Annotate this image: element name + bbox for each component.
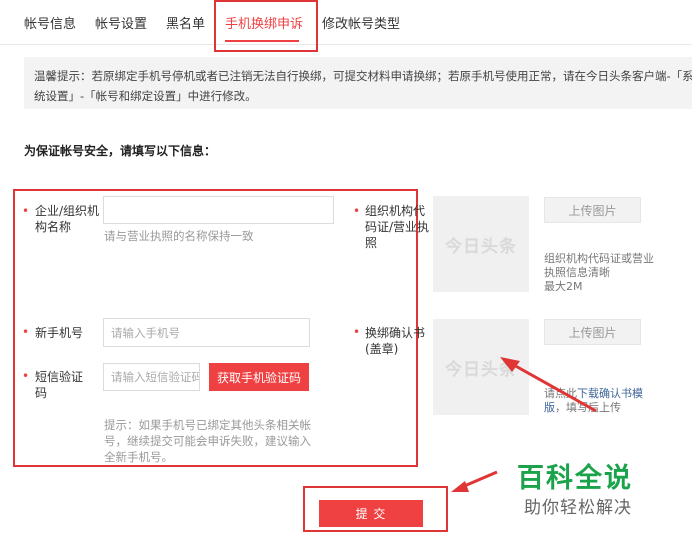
org-name-label-line-2: 构名称	[35, 220, 72, 234]
org-cert-hint: 组织机构代码证或营业 执照信息清晰 最大2M	[544, 252, 654, 294]
confirm-letter-hint: 请点此下载确认书模 版，填写后上传	[544, 387, 643, 415]
notice-banner: 温馨提示：若原绑定手机号停机或者已注销无法自行换绑，可提交材料申请换绑；若原手机…	[24, 57, 692, 109]
watermark-title: 百科全说	[517, 463, 633, 494]
org-cert-hint-line-1: 组织机构代码证或营业	[544, 252, 654, 265]
tab-account-info[interactable]: 帐号信息	[24, 13, 76, 32]
sms-code-label: 短信验证 码	[35, 369, 83, 401]
confirm-letter-image-placeholder[interactable]: 今日头条	[433, 319, 529, 415]
confirm-letter-label-line-2: (盖章)	[365, 342, 399, 356]
required-mark: •	[22, 369, 30, 383]
notice-line-1: 温馨提示：若原绑定手机号停机或者已注销无法自行换绑，可提交材料申请换绑；若原手机…	[34, 69, 692, 83]
phone-tip: 提示：如果手机号已绑定其他头条相关帐 号，继续提交可能会申诉失败，建议输入 全新…	[104, 417, 311, 465]
required-mark: •	[353, 325, 361, 339]
tab-blacklist[interactable]: 黑名单	[166, 13, 205, 32]
confirm-letter-label-line-1: 换绑确认书	[365, 326, 426, 340]
download-template-link[interactable]: 下载确认书模	[577, 387, 643, 400]
org-name-input[interactable]	[103, 196, 334, 224]
org-cert-label-line-2: 码证/营业执	[365, 220, 430, 234]
confirm-letter-hint-rest: ，填写后上传	[555, 401, 621, 414]
org-cert-label-line-3: 照	[365, 236, 378, 250]
tab-change-account-type[interactable]: 修改帐号类型	[322, 13, 400, 32]
required-mark: •	[22, 325, 30, 339]
org-cert-hint-line-2: 执照信息清晰	[544, 266, 610, 279]
toutiao-logo: 今日头条	[445, 236, 517, 257]
tab-bar: 帐号信息 帐号设置 黑名单 手机换绑申诉 修改帐号类型	[0, 0, 692, 45]
tab-account-settings[interactable]: 帐号设置	[95, 13, 147, 32]
watermark-subtitle: 助你轻松解决	[524, 498, 632, 518]
download-template-link-cont[interactable]: 版	[544, 401, 555, 414]
sms-code-label-line-1: 短信验证	[35, 370, 84, 384]
get-sms-code-button[interactable]: 获取手机验证码	[209, 363, 309, 391]
toutiao-logo: 今日头条	[445, 359, 517, 380]
confirm-letter-upload-button[interactable]: 上传图片	[544, 319, 641, 345]
required-mark: •	[22, 204, 30, 218]
phone-tip-line-1: 提示：如果手机号已绑定其他头条相关帐	[104, 418, 311, 432]
new-phone-input[interactable]: 请输入手机号	[103, 318, 310, 347]
section-title: 为保证帐号安全，请填写以下信息：	[24, 144, 217, 158]
org-cert-hint-line-3: 最大2M	[544, 280, 583, 293]
required-mark: •	[353, 204, 361, 218]
org-name-label: 企业/组织机 构名称	[35, 203, 99, 235]
submit-button[interactable]: 提 交	[319, 500, 423, 527]
org-cert-image-placeholder[interactable]: 今日头条	[433, 196, 529, 292]
org-cert-label-line-1: 组织机构代	[365, 204, 426, 218]
notice-line-2: 统设置」-「帐号和绑定设置」中进行修改。	[34, 89, 257, 103]
arrow-to-submit-icon	[451, 470, 498, 492]
org-cert-upload-button[interactable]: 上传图片	[544, 197, 641, 223]
confirm-letter-label: 换绑确认书 (盖章)	[365, 325, 425, 357]
org-name-hint: 请与营业执照的名称保持一致	[104, 229, 254, 243]
phone-tip-line-2: 号，继续提交可能会申诉失败，建议输入	[104, 434, 311, 448]
new-phone-label: 新手机号	[35, 326, 84, 340]
annotation-highlight-tab	[214, 0, 318, 52]
confirm-letter-hint-prefix: 请点此	[544, 387, 577, 400]
org-name-label-line-1: 企业/组织机	[35, 204, 100, 218]
phone-tip-line-3: 全新手机号。	[104, 450, 173, 464]
sms-code-label-line-2: 码	[35, 386, 48, 400]
sms-code-input[interactable]: 请输入短信验证码	[103, 363, 200, 391]
org-cert-label: 组织机构代 码证/营业执 照	[365, 203, 429, 251]
